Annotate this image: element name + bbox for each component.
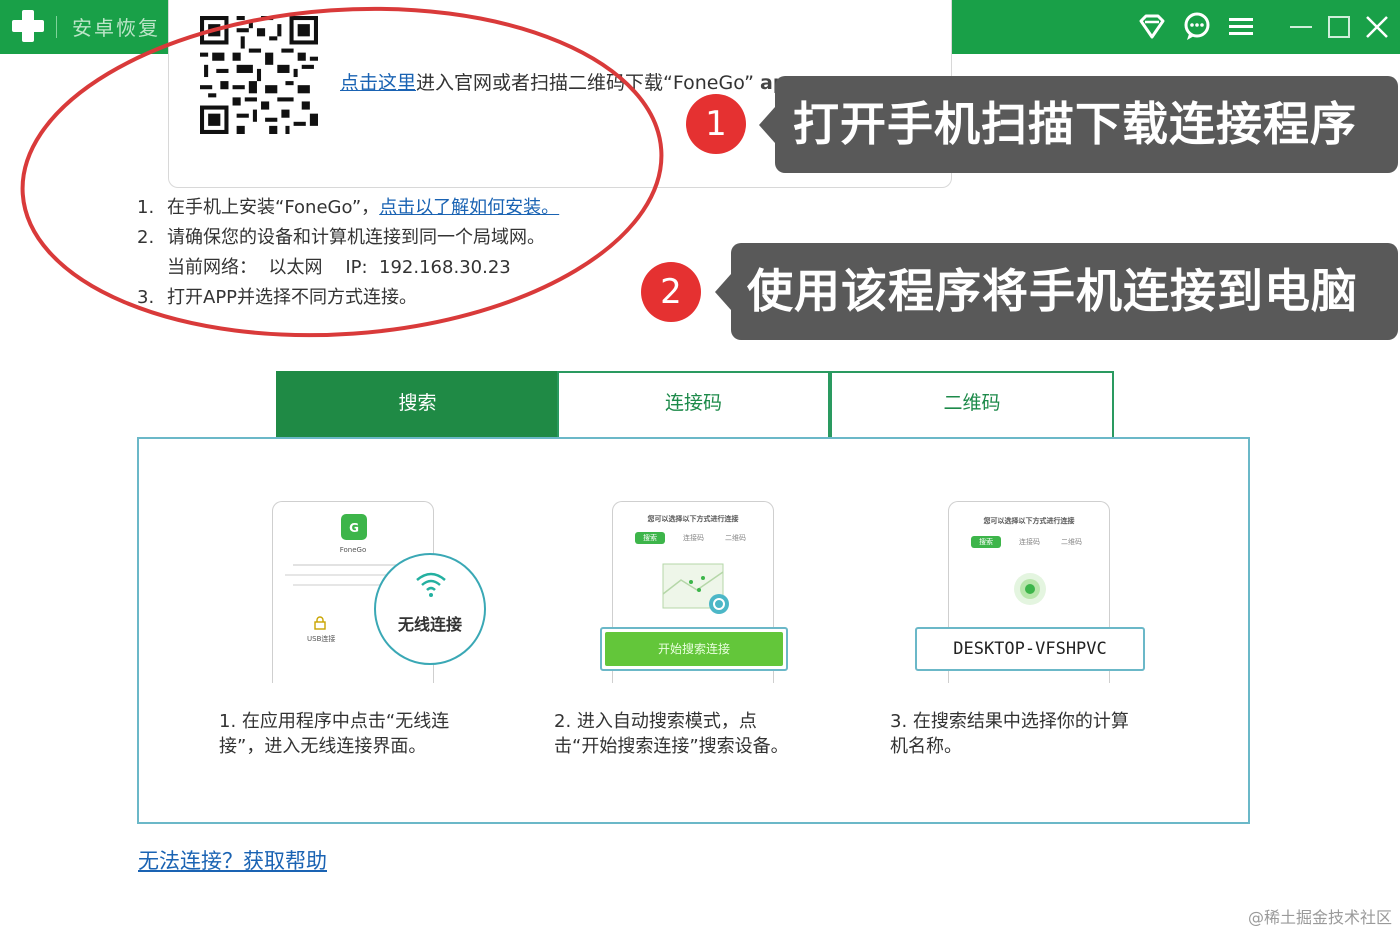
- app-title: 安卓恢复: [72, 16, 160, 40]
- card-2-header: 您可以选择以下方式进行连接: [647, 515, 739, 523]
- tab-qr-code[interactable]: 二维码: [830, 371, 1114, 439]
- ip-value: 192.168.30.23: [379, 257, 511, 278]
- start-search-button[interactable]: 开始搜索连接: [600, 627, 788, 671]
- card-3-tab-search: 搜索: [971, 536, 1001, 548]
- card-2-description: 2. 进入自动搜索模式，点 击“开始搜索连接”搜索设备。: [554, 711, 789, 757]
- tab-connection-code[interactable]: 连接码: [557, 371, 830, 439]
- card-2-tab-search: 搜索: [635, 532, 665, 544]
- download-instruction: 点击这里进入官网或者扫描二维码下载“FoneGo” app.: [340, 68, 807, 95]
- fonego-logo-icon: G: [341, 514, 367, 540]
- network-info: 当前网络： 以太网 IP: 192.168.30.23: [137, 253, 559, 283]
- usb-lock-icon: [314, 616, 326, 630]
- fonego-app-name: FoneGo: [339, 546, 367, 554]
- radar-search-icon: [1014, 573, 1046, 605]
- step-badge-2: 2: [641, 262, 701, 322]
- watermark: @稀土掘金技术社区: [1247, 908, 1392, 927]
- wireless-label: 无线连接: [397, 615, 462, 634]
- menu-icon[interactable]: [1224, 10, 1258, 44]
- connection-tabs: 搜索 连接码 二维码: [276, 371, 1114, 439]
- svg-text:G: G: [349, 521, 359, 535]
- network-label: 当前网络：: [167, 257, 257, 278]
- step-1: 1. 在手机上安装“FoneGo”，点击以了解如何安装。: [137, 197, 560, 218]
- card-3-tab-qr: 二维码: [1061, 538, 1082, 546]
- map-search-icon: [662, 563, 729, 614]
- card-3-description: 3. 在搜索结果中选择你的计算 机名称。: [890, 711, 1129, 757]
- callout-2: 使用该程序将手机连接到电脑: [715, 243, 1398, 340]
- green-plus-icon: [12, 10, 44, 42]
- maximize-icon[interactable]: [1322, 10, 1356, 44]
- diamond-icon[interactable]: [1135, 10, 1169, 44]
- chat-icon[interactable]: [1180, 10, 1214, 44]
- card-3-header: 您可以选择以下方式进行连接: [983, 517, 1075, 525]
- card-1-description: 1. 在应用程序中点击“无线连 接”，进入无线连接界面。: [219, 711, 450, 757]
- device-name-button[interactable]: DESKTOP-VFSHPVC: [915, 627, 1145, 671]
- step-2: 2. 请确保您的设备和计算机连接到同一个局域网。: [137, 227, 545, 248]
- download-text: 进入官网或者扫描二维码下载“FoneGo”: [416, 72, 754, 94]
- network-value: 以太网: [268, 257, 323, 278]
- minimize-icon[interactable]: [1284, 10, 1318, 44]
- install-help-link[interactable]: 点击以了解如何安装。: [379, 197, 559, 218]
- title-separator: [56, 16, 57, 38]
- close-icon[interactable]: [1360, 10, 1394, 44]
- usb-label: USB连接: [307, 635, 336, 643]
- search-tab-content: G FoneGo USB连接 无线连接 1. 在应用程序中点击“无线连 接”，进…: [137, 437, 1250, 824]
- tab-search[interactable]: 搜索: [276, 371, 559, 439]
- card-2-tab-qr: 二维码: [725, 534, 746, 542]
- ip-label: IP:: [345, 257, 368, 278]
- start-search-label: 开始搜索连接: [605, 632, 783, 666]
- install-steps: 1. 在手机上安装“FoneGo”，点击以了解如何安装。 2. 请确保您的设备和计算…: [137, 193, 559, 313]
- card-2-tab-code: 连接码: [683, 534, 704, 542]
- qr-code: [200, 16, 318, 134]
- callout-1: 打开手机扫描下载连接程序: [759, 76, 1398, 173]
- wireless-connect-option[interactable]: 无线连接: [374, 553, 486, 665]
- wifi-icon: [416, 572, 446, 597]
- download-link[interactable]: 点击这里: [340, 72, 416, 94]
- help-link[interactable]: 无法连接？获取帮助: [138, 845, 327, 875]
- step-3: 3. 打开APP并选择不同方式连接。: [137, 287, 418, 308]
- step-badge-1: 1: [686, 94, 746, 154]
- card-3-tab-code: 连接码: [1019, 538, 1040, 546]
